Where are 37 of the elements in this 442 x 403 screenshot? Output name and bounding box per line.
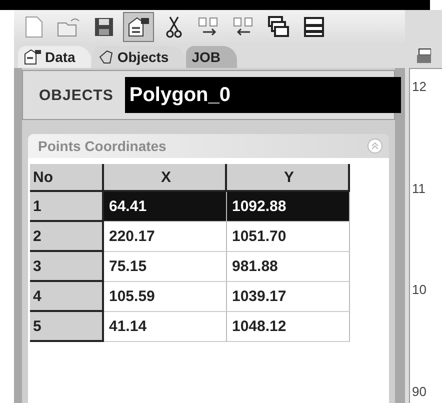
objects-label: OBJECTS <box>39 86 114 104</box>
tab[interactable]: Objects <box>92 46 185 68</box>
table-cell: 105.59 <box>104 282 227 312</box>
table-cell: 1048.12 <box>227 312 350 342</box>
row-header[interactable]: 1 <box>30 192 104 222</box>
row-header[interactable]: 3 <box>30 252 104 282</box>
row-header[interactable]: 2 <box>30 222 104 252</box>
copy-arrow-left-icon <box>232 16 256 38</box>
scissors-icon <box>166 16 182 38</box>
table-cell: 981.88 <box>227 252 350 282</box>
axis-label: 10 <box>412 282 428 298</box>
table-cell: 1092.88 <box>227 192 350 222</box>
table-cell: 220.17 <box>104 222 227 252</box>
row-header[interactable]: 5 <box>30 312 104 342</box>
axis-label: 12 <box>412 79 428 94</box>
tab[interactable]: Data <box>18 46 92 68</box>
rows-icon <box>304 16 324 38</box>
column-header[interactable]: No <box>30 164 104 192</box>
stacked-windows-icon <box>268 16 290 38</box>
axis-label: 90 <box>412 384 428 399</box>
column-header[interactable]: Y <box>227 164 350 192</box>
polygon-icon <box>98 49 114 65</box>
toolbar-button[interactable] <box>123 12 154 42</box>
row-header[interactable]: 4 <box>30 282 104 312</box>
folder-icon <box>56 17 80 37</box>
table-cell: 75.15 <box>104 252 227 282</box>
table-cell: 64.41 <box>104 192 227 222</box>
table-cell: 41.14 <box>104 312 227 342</box>
axis-label: 11 <box>412 180 426 196</box>
window-title: Points Coordinates <box>38 138 166 154</box>
tab[interactable]: JOB <box>186 46 237 68</box>
blank-page-icon <box>24 16 42 38</box>
objects-input-field[interactable]: Polygon_0 <box>125 77 402 113</box>
table-cell: 1051.70 <box>227 222 350 252</box>
copy-arrow-right-icon <box>196 16 220 38</box>
column-header[interactable]: X <box>104 164 227 192</box>
table-cell: 1039.17 <box>227 282 350 312</box>
